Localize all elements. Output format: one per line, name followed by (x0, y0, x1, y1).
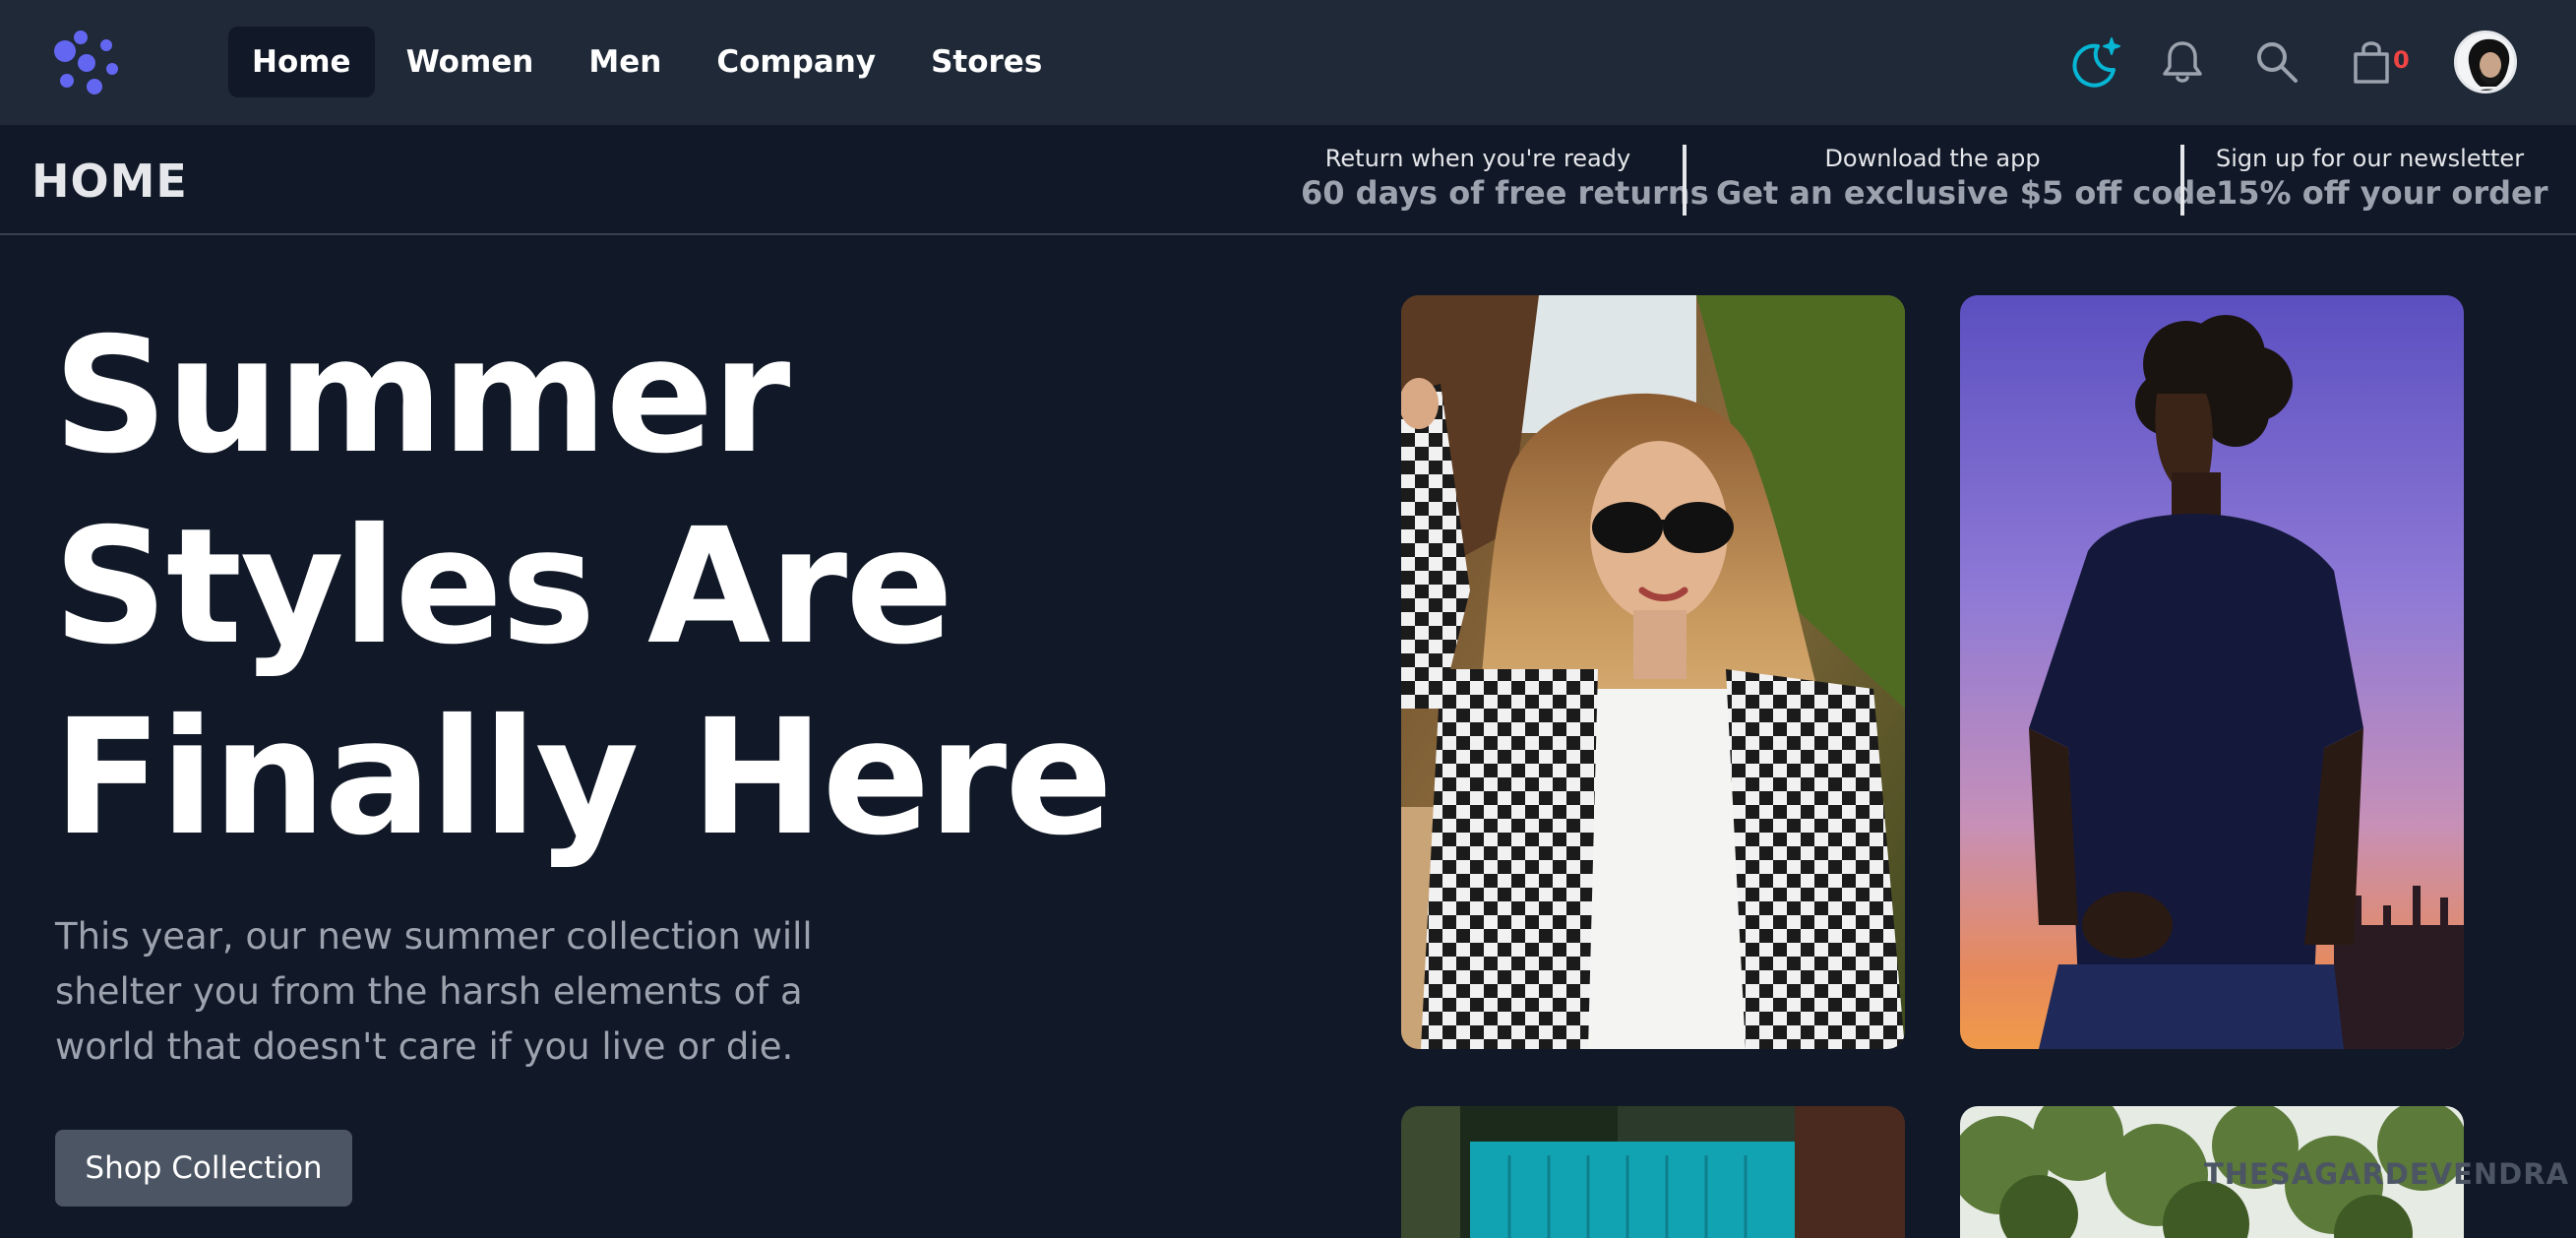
shopping-bag-icon[interactable] (2342, 31, 2401, 93)
moon-stars-icon[interactable] (2066, 31, 2125, 93)
sparkle-dots-logo[interactable] (49, 30, 124, 96)
promo-newsletter[interactable]: Sign up for our newsletter 15% off your … (2216, 145, 2548, 212)
product-photo-teal-door[interactable] (1401, 1106, 1905, 1238)
nav-link-women[interactable]: Women (383, 27, 558, 97)
product-photo-woman[interactable] (1401, 295, 1905, 1049)
promo-divider (1683, 145, 1687, 216)
promo-returns-headline: 60 days of free returns (1301, 174, 1709, 212)
promo-returns[interactable]: Return when you're ready 60 days of free… (1301, 145, 1709, 212)
nav-link-stores[interactable]: Stores (907, 27, 1066, 97)
watermark: THESAGARDEVENDRA (2204, 1157, 2570, 1191)
promo-newsletter-caption: Sign up for our newsletter (2216, 145, 2525, 172)
page-title: HOME (31, 155, 188, 208)
promo-app[interactable]: Download the app Get an exclusive $5 off… (1716, 145, 2217, 212)
nav-link-men[interactable]: Men (565, 27, 685, 97)
bell-icon[interactable] (2153, 31, 2212, 93)
shop-collection-button[interactable]: Shop Collection (55, 1130, 352, 1207)
hero-description: This year, our new summer collection wil… (55, 915, 813, 1068)
nav-link-company[interactable]: Company (693, 27, 899, 97)
promo-app-headline: Get an exclusive $5 off code (1716, 174, 2217, 212)
main-nav-links: Home Women Men Company Stores (228, 27, 1066, 97)
promo-app-caption: Download the app (1824, 145, 2041, 172)
hero-title-line: Styles Are (53, 495, 953, 680)
top-nav: Home Women Men Company Stores 0 (0, 0, 2576, 125)
search-icon[interactable] (2247, 31, 2306, 93)
sub-header: HOME Return when you're ready 60 days of… (0, 125, 2576, 235)
hero-title-line: Summer (53, 304, 790, 489)
hero-title-line: Finally Here (53, 686, 1113, 871)
cart-count-badge: 0 (2393, 46, 2410, 74)
promo-newsletter-headline: 15% off your order (2216, 174, 2548, 212)
promo-returns-caption: Return when you're ready (1324, 145, 1631, 172)
nav-link-home[interactable]: Home (228, 27, 375, 97)
user-avatar[interactable] (2454, 31, 2517, 93)
hero-title: Summer Styles Are Finally Here (53, 301, 1113, 874)
promo-divider (2180, 145, 2184, 216)
product-photo-man[interactable] (1960, 295, 2464, 1049)
